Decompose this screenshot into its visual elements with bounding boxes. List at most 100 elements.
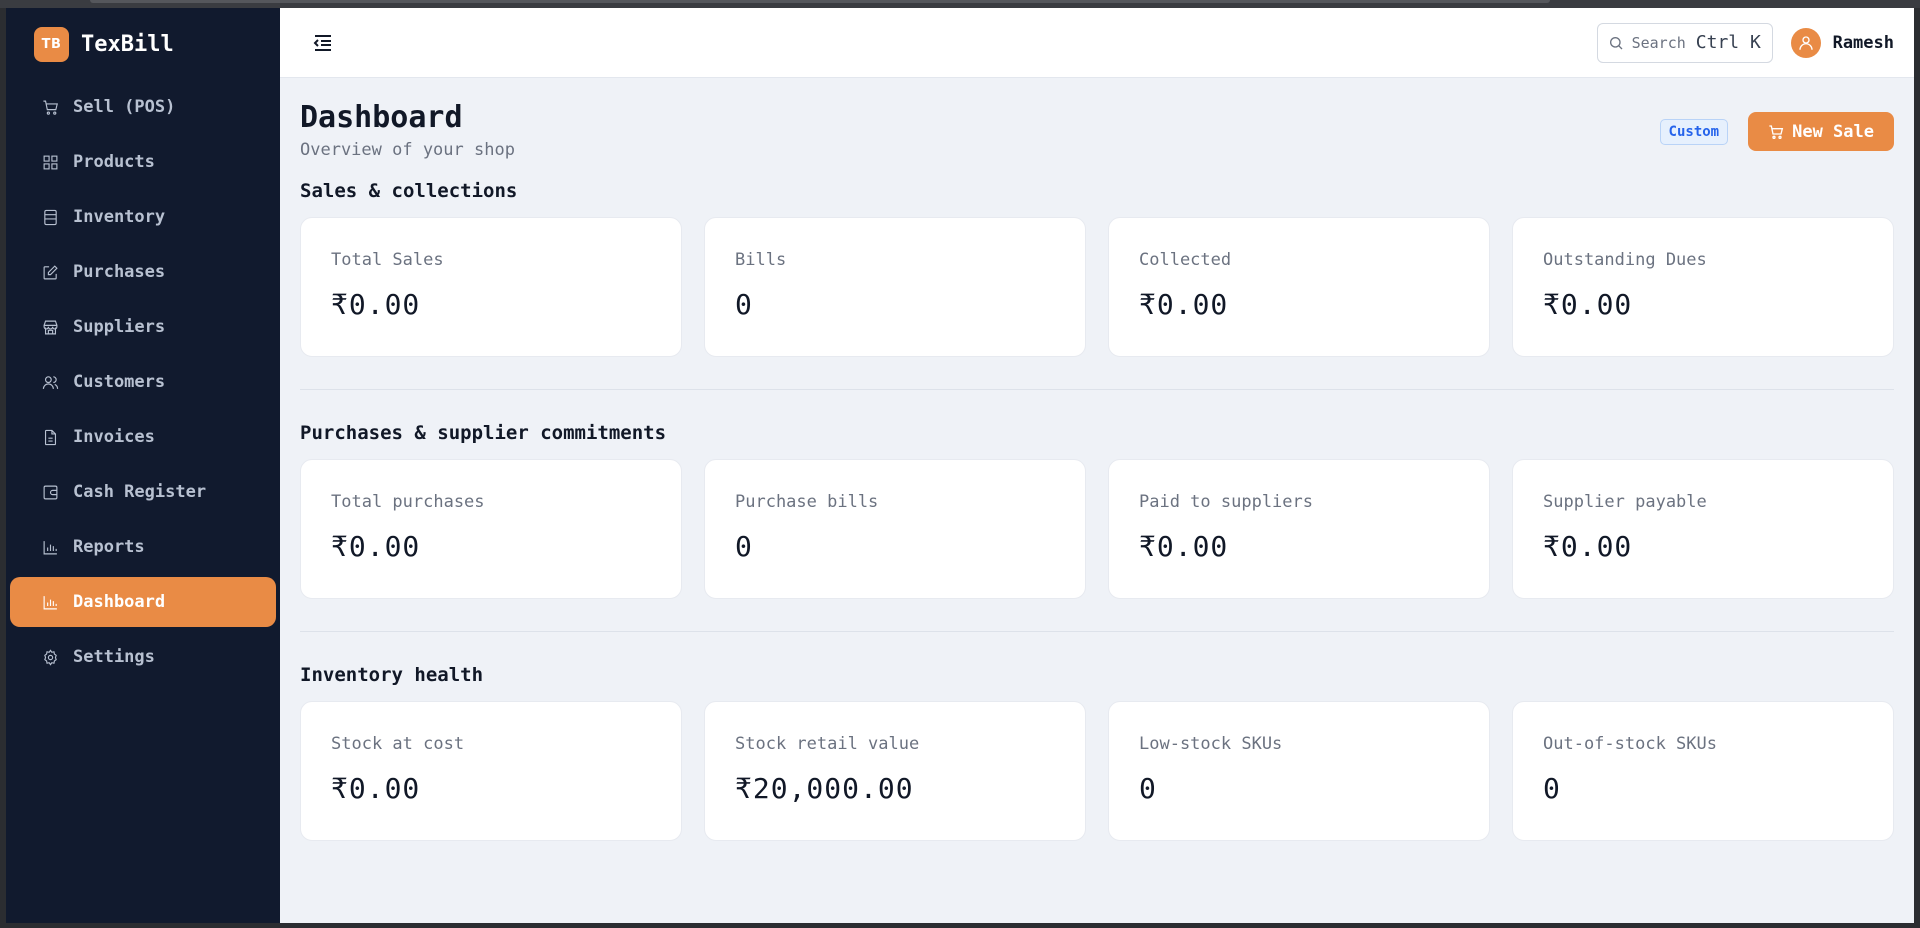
users-icon (42, 375, 59, 389)
stat-label: Bills (735, 250, 787, 270)
brand[interactable]: TB TexBill (10, 26, 276, 62)
browser-top-strip (0, 0, 1920, 8)
stat-card-paid-to-suppliers: Paid to suppliers ₹0.00 (1108, 459, 1490, 599)
stat-label: Outstanding Dues (1543, 250, 1707, 270)
page-subtitle: Overview of your shop (300, 140, 515, 160)
stat-card-total-sales: Total Sales ₹0.00 (300, 217, 682, 357)
sidebar-item-dashboard[interactable]: Dashboard (10, 577, 276, 627)
sidebar-item-inventory[interactable]: Inventory (10, 192, 276, 242)
stat-cards: Total purchases ₹0.00 Purchase bills 0 P… (300, 459, 1894, 599)
sidebar-item-customers[interactable]: Customers (10, 357, 276, 407)
stat-card-bills: Bills 0 (704, 217, 1086, 357)
stat-cards: Stock at cost ₹0.00 Stock retail value ₹… (300, 701, 1894, 841)
user-menu[interactable]: Ramesh (1790, 27, 1894, 58)
brand-logo: TB (34, 26, 69, 62)
stat-card-purchase-bills: Purchase bills 0 (704, 459, 1086, 599)
stat-value: ₹0.00 (1139, 288, 1229, 321)
stat-card-supplier-payable: Supplier payable ₹0.00 (1512, 459, 1894, 599)
stat-value: 0 (1139, 772, 1157, 805)
stat-value: 0 (735, 530, 753, 563)
top-header: Search Ctrl K Ramesh (280, 8, 1914, 78)
stat-value: ₹0.00 (1543, 288, 1633, 321)
edit-icon (43, 264, 58, 279)
stat-label: Low-stock SKUs (1139, 734, 1283, 754)
wallet-icon (43, 485, 58, 499)
stat-value: ₹0.00 (1139, 530, 1229, 563)
gear-icon (44, 648, 57, 666)
bar-chart-icon (43, 595, 57, 609)
sidebar-item-sell-pos[interactable]: Sell (POS) (10, 82, 276, 132)
stat-value: ₹0.00 (331, 288, 421, 321)
sidebar-item-settings[interactable]: Settings (10, 632, 276, 682)
sidebar-item-cash-register[interactable]: Cash Register (10, 467, 276, 517)
stat-label: Stock at cost (331, 734, 465, 754)
stat-cards: Total Sales ₹0.00 Bills 0 Collected ₹0.0… (300, 217, 1894, 357)
sidebar-item-suppliers[interactable]: Suppliers (10, 302, 276, 352)
page-header: Dashboard Overview of your shop Custom N… (300, 100, 1894, 180)
search-shortcut: Ctrl K (1695, 32, 1761, 53)
stat-value: ₹0.00 (331, 772, 421, 805)
page-actions: Custom New Sale (1659, 112, 1894, 151)
sidebar-item-label: Purchases (73, 262, 166, 282)
stat-card-out-of-stock-skus: Out-of-stock SKUs 0 (1512, 701, 1894, 841)
new-sale-label: New Sale (1792, 121, 1874, 142)
store-icon (43, 320, 58, 334)
new-sale-button[interactable]: New Sale (1748, 112, 1894, 151)
user-icon (1798, 35, 1813, 50)
inventory-icon (44, 209, 57, 225)
stat-label: Supplier payable (1543, 492, 1707, 512)
header-right: Search Ctrl K Ramesh (1596, 22, 1894, 63)
section-purchases-suppliers: Purchases & supplier commitments Total p… (300, 422, 1894, 599)
grid-icon (43, 155, 58, 169)
sidebar-item-label: Reports (73, 537, 145, 557)
stat-card-stock-at-cost: Stock at cost ₹0.00 (300, 701, 682, 841)
search-input[interactable]: Search Ctrl K (1596, 22, 1773, 63)
stat-value: 0 (1543, 772, 1561, 805)
section-title: Inventory health (300, 664, 484, 686)
sidebar-toggle-button[interactable] (308, 28, 338, 58)
sidebar-item-label: Invoices (73, 427, 155, 447)
cart-icon (43, 100, 58, 115)
avatar (1790, 27, 1821, 58)
section-divider (300, 631, 1894, 632)
search-icon (1609, 36, 1623, 49)
stat-value: ₹20,000.00 (735, 772, 914, 805)
menu-collapse-icon (313, 34, 331, 51)
section-inventory-health: Inventory health Stock at cost ₹0.00 Sto… (300, 664, 1894, 841)
bar-chart-icon (43, 540, 57, 554)
section-title: Sales & collections (300, 180, 518, 202)
stat-label: Collected (1139, 250, 1232, 270)
file-icon (44, 429, 57, 445)
page-content: Dashboard Overview of your shop Custom N… (280, 78, 1914, 841)
section-divider (300, 389, 1894, 390)
stat-value: ₹0.00 (1543, 530, 1633, 563)
sidebar: TB TexBill Sell (POS) Products Inventory… (6, 8, 280, 923)
date-range-badge[interactable]: Custom (1659, 118, 1729, 145)
sidebar-item-reports[interactable]: Reports (10, 522, 276, 572)
section-sales-collections: Sales & collections Total Sales ₹0.00 Bi… (300, 180, 1894, 357)
stat-label: Out-of-stock SKUs (1543, 734, 1717, 754)
stat-card-outstanding-dues: Outstanding Dues ₹0.00 (1512, 217, 1894, 357)
sidebar-item-label: Customers (73, 372, 166, 392)
stat-value: ₹0.00 (331, 530, 421, 563)
stat-value: 0 (735, 288, 753, 321)
search-placeholder: Search (1631, 33, 1686, 52)
stat-label: Paid to suppliers (1139, 492, 1313, 512)
stat-card-collected: Collected ₹0.00 (1108, 217, 1490, 357)
sidebar-item-label: Settings (73, 647, 155, 667)
sidebar-item-invoices[interactable]: Invoices (10, 412, 276, 462)
page-heading: Dashboard Overview of your shop (300, 100, 515, 160)
sidebar-item-label: Sell (POS) (73, 97, 176, 117)
user-name: Ramesh (1832, 32, 1894, 53)
sidebar-item-label: Dashboard (73, 592, 166, 612)
stat-label: Total Sales (331, 250, 444, 270)
sidebar-item-label: Inventory (73, 207, 166, 227)
brand-name: TexBill (81, 31, 174, 57)
sidebar-item-label: Products (73, 152, 155, 172)
stat-card-total-purchases: Total purchases ₹0.00 (300, 459, 682, 599)
sidebar-item-purchases[interactable]: Purchases (10, 247, 276, 297)
sidebar-item-products[interactable]: Products (10, 137, 276, 187)
main-area: Search Ctrl K Ramesh Dashboard Overview … (280, 8, 1914, 923)
section-title: Purchases & supplier commitments (300, 422, 667, 444)
page-title: Dashboard (300, 100, 463, 135)
